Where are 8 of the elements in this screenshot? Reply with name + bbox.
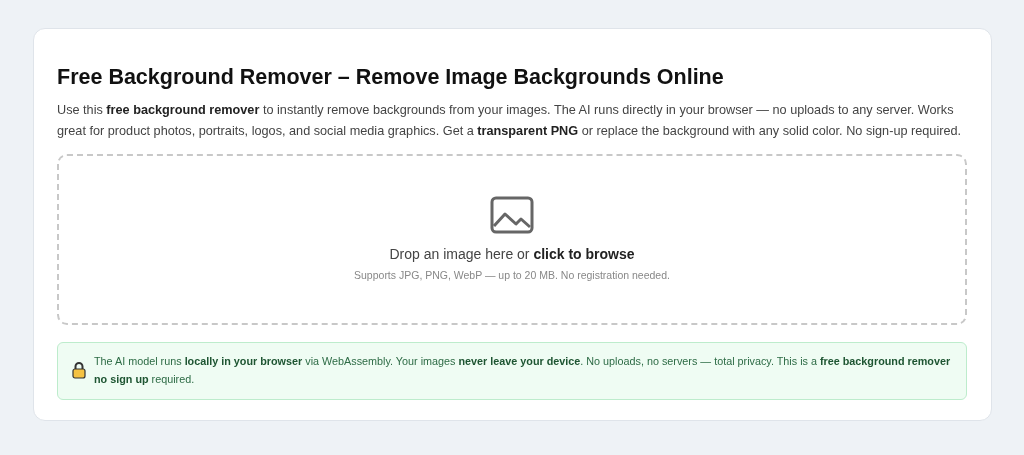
intro-paragraph: Use this free background remover to instantly remove backgrounds from your images. The AI runs directly in your browser — no uploads to any server. Works great for product photos, portraits, logos, and social media graphics. Get a transparent PNG or replace the background with any solid color. No sign-up required. [57,102,963,140]
image-icon [490,196,534,234]
lock-icon [72,361,86,379]
drop-zone[interactable]: Drop an image here or click to browse Supports JPG, PNG, WebP — up to 20 MB. No registration needed. [57,154,967,325]
privacy-text: The AI model runs locally in your browser via WebAssembly. Your images never leave your device. No uploads, no servers — total privacy. This is a free background remover no sign up required. [94,354,952,387]
page-title: Free Background Remover – Remove Image Backgrounds Online [57,64,725,91]
drop-prompt: Drop an image here or click to browse [389,245,635,263]
drop-hint: Supports JPG, PNG, WebP — up to 20 MB. No registration needed. [354,269,670,281]
